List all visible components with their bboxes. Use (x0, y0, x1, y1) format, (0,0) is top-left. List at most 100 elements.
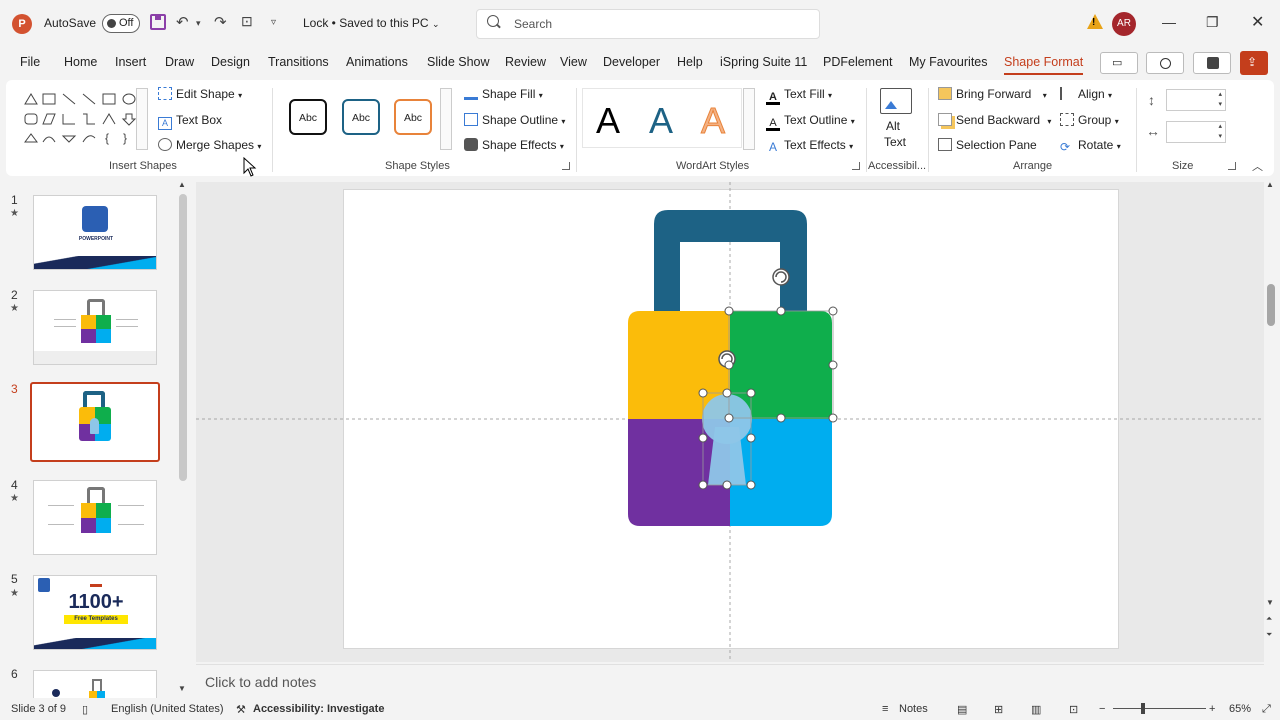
redo-icon[interactable]: ↷ (214, 13, 227, 31)
tab-my-favourites[interactable]: My Favourites (909, 55, 988, 69)
scroll-up-icon[interactable]: ▲ (178, 180, 186, 189)
zoom-slider-track[interactable] (1158, 708, 1206, 709)
send-backward-button[interactable]: Send Backward ▾ (938, 113, 1051, 127)
zoom-slider-thumb[interactable] (1141, 703, 1145, 714)
text-box-button[interactable]: A Text Box (158, 113, 222, 130)
size-dialog-launcher[interactable] (1228, 162, 1236, 170)
share-button[interactable]: ⇪ (1240, 51, 1268, 75)
tab-view[interactable]: View (560, 55, 587, 69)
edit-shape-button[interactable]: Edit Shape ▾ (158, 87, 242, 101)
spinner-icon[interactable]: ▴ ▾ (1218, 90, 1222, 110)
wordart-dialog-launcher[interactable] (852, 162, 860, 170)
zoom-out-button[interactable]: − (1099, 703, 1105, 715)
scroll-up-icon[interactable]: ▲ (1266, 180, 1274, 189)
tab-shape-format[interactable]: Shape Format (1004, 55, 1084, 75)
rotate-button[interactable]: ⟳ Rotate ▾ (1060, 138, 1121, 154)
record-button[interactable] (1146, 52, 1184, 74)
shape-effects-button[interactable]: Shape Effects ▾ (464, 138, 564, 152)
customize-toolbar-icon[interactable]: ▿ (271, 17, 276, 28)
thumbnail-scrollbar[interactable] (179, 194, 187, 481)
tab-slide-show[interactable]: Slide Show (427, 55, 490, 69)
shape-fill-button[interactable]: Shape Fill ▾ (464, 87, 543, 101)
wordart-gallery-scroll[interactable] (743, 88, 755, 150)
text-effects-button[interactable]: A Text Effects ▾ (766, 138, 853, 154)
slide-thumbnail-4[interactable] (33, 480, 157, 555)
tab-pdfelement[interactable]: PDFelement (823, 55, 892, 69)
minimize-icon[interactable]: — (1162, 14, 1176, 30)
tab-help[interactable]: Help (677, 55, 703, 69)
text-fill-button[interactable]: A Text Fill ▾ (766, 87, 832, 105)
notes-pane[interactable] (196, 664, 1264, 698)
slide-thumbnail-5[interactable]: 1100+ Free Templates (33, 575, 157, 650)
next-slide-icon[interactable]: ⏷ (1266, 630, 1272, 640)
undo-icon[interactable]: ↶ (176, 13, 189, 31)
present-icon[interactable]: ⊡ (241, 13, 253, 30)
bring-forward-button[interactable]: Bring Forward ▾ (938, 87, 1047, 101)
tab-developer[interactable]: Developer (603, 55, 660, 69)
comments-button[interactable]: ▭ (1100, 52, 1138, 74)
shape-width-input[interactable]: ▴ ▾ (1166, 121, 1226, 143)
teams-button[interactable] (1193, 52, 1231, 74)
shape-height-input[interactable]: ▴ ▾ (1166, 89, 1226, 111)
notes-placeholder[interactable]: Click to add notes (205, 674, 316, 690)
merge-shapes-button[interactable]: Merge Shapes ▾ (158, 138, 261, 152)
reading-view-icon[interactable]: ▥ (1031, 703, 1041, 716)
fit-to-window-icon[interactable]: ⤢ (1262, 703, 1271, 716)
language-indicator[interactable]: English (United States) (111, 703, 224, 715)
selection-pane-button[interactable]: Selection Pane (938, 138, 1037, 152)
autosave-toggle[interactable]: Off (102, 14, 140, 33)
tab-file[interactable]: File (20, 55, 40, 69)
search-input[interactable]: Search (514, 17, 552, 31)
slide-sorter-icon[interactable]: ⊞ (994, 703, 1003, 716)
scroll-down-icon[interactable]: ▼ (178, 684, 186, 693)
spinner-icon[interactable]: ▴ ▾ (1218, 122, 1222, 142)
tab-design[interactable]: Design (211, 55, 250, 69)
tab-ispring[interactable]: iSpring Suite 11 (720, 55, 807, 69)
zoom-in-button[interactable]: + (1209, 703, 1215, 715)
save-icon[interactable] (150, 14, 166, 30)
shape-outline-button[interactable]: Shape Outline ▾ (464, 113, 565, 127)
slide-scrollbar[interactable] (1267, 284, 1275, 326)
scroll-down-icon[interactable]: ▼ (1266, 598, 1274, 607)
close-icon[interactable]: ✕ (1251, 12, 1264, 32)
wordart-style-black[interactable]: A (596, 100, 620, 142)
alt-text-label-1[interactable]: Alt (886, 119, 900, 133)
slide-thumbnail-2[interactable] (33, 290, 157, 365)
zoom-level[interactable]: 65% (1229, 703, 1251, 715)
avatar[interactable]: AR (1112, 12, 1136, 36)
wordart-style-orange[interactable]: A (700, 100, 725, 142)
tab-draw[interactable]: Draw (165, 55, 194, 69)
align-button[interactable]: Align ▾ (1060, 87, 1112, 101)
shapes-gallery-scroll[interactable] (136, 88, 148, 150)
tab-review[interactable]: Review (505, 55, 546, 69)
shape-style-preset-3[interactable]: Abc (394, 99, 432, 135)
shape-styles-gallery-scroll[interactable] (440, 88, 452, 150)
notes-button[interactable]: Notes (899, 703, 928, 715)
restore-icon[interactable]: ❐ (1206, 14, 1219, 31)
slideshow-view-icon[interactable]: ⊡ (1069, 703, 1078, 716)
tab-home[interactable]: Home (64, 55, 97, 69)
tab-transitions[interactable]: Transitions (268, 55, 329, 69)
tab-animations[interactable]: Animations (346, 55, 408, 69)
shape-style-preset-2[interactable]: Abc (342, 99, 380, 135)
wordart-style-blue[interactable]: A (649, 100, 673, 142)
text-outline-button[interactable]: A Text Outline ▾ (766, 113, 855, 131)
previous-slide-icon[interactable]: ⏶ (1266, 614, 1272, 624)
collapse-ribbon-icon[interactable]: ︿ (1252, 158, 1263, 174)
group-button[interactable]: Group ▾ (1060, 113, 1119, 127)
undo-dropdown-icon[interactable]: ▾ (196, 18, 201, 29)
slide-thumbnail-6[interactable] (33, 670, 157, 698)
slide-thumbnail-3[interactable] (30, 382, 160, 462)
normal-view-icon[interactable]: ▤ (957, 703, 967, 716)
shape-style-preset-1[interactable]: Abc (289, 99, 327, 135)
alt-text-label-2[interactable]: Text (884, 135, 906, 149)
slide-thumbnail-1[interactable]: POWERPOINT (33, 195, 157, 270)
alt-text-icon[interactable] (880, 88, 912, 114)
spelling-icon[interactable]: ▯ (82, 703, 88, 716)
zoom-slider-track[interactable] (1113, 708, 1161, 709)
tab-insert[interactable]: Insert (115, 55, 146, 69)
accessibility-status[interactable]: Accessibility: Investigate (253, 703, 384, 715)
shape-styles-dialog-launcher[interactable] (562, 162, 570, 170)
document-title[interactable]: Lock • Saved to this PC ⌄ (303, 16, 440, 30)
shapes-gallery[interactable]: { } (22, 92, 142, 150)
